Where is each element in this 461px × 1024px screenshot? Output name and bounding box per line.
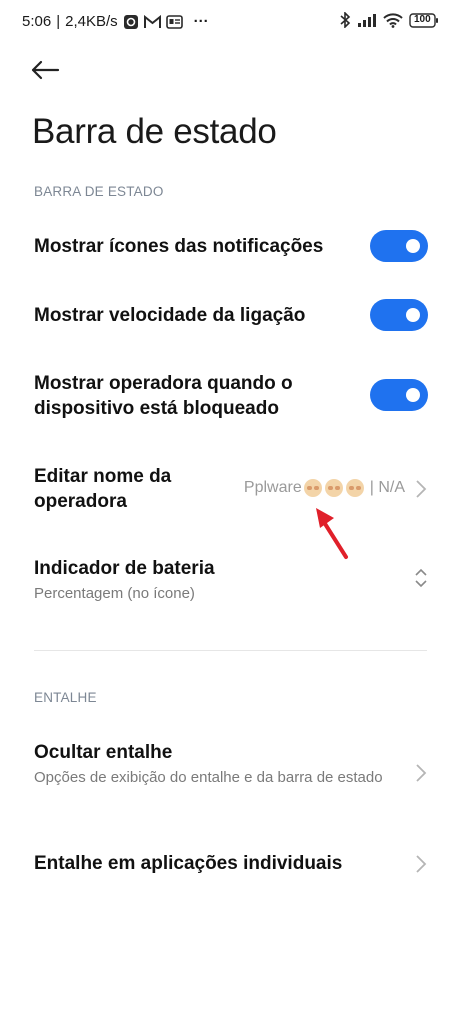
monkey-emoji-icon: [324, 479, 343, 497]
row-label: Mostrar operadora quando o dispositivo e…: [34, 373, 293, 419]
battery-icon: 100: [409, 12, 439, 28]
toggle-show-notification-icons[interactable]: [370, 230, 428, 262]
chevron-up-down-icon: [414, 567, 428, 589]
row-subtitle: Percentagem (no ícone): [34, 585, 195, 602]
toggle-knob: [406, 388, 420, 402]
section-header-notch: ENTALHE: [34, 690, 97, 705]
back-button[interactable]: [30, 54, 70, 86]
status-time: 5:06: [22, 13, 52, 30]
signal-icon: [357, 13, 377, 27]
row-subtitle: Opções de exibição do entalhe e da barra…: [34, 769, 383, 786]
section-header-status-bar: BARRA DE ESTADO: [34, 184, 164, 199]
status-net-speed: 2,4KB/s: [65, 13, 118, 30]
monkey-emoji-icon: [345, 479, 364, 497]
status-bar: 5:06 | 2,4KB/s ··· 100: [0, 0, 461, 46]
row-label: Mostrar ícones das notificações: [34, 236, 324, 257]
page-title: Barra de estado: [32, 112, 277, 151]
carrier-name-prefix: Pplware: [243, 479, 302, 496]
carrier-name-suffix: | N/A: [369, 479, 405, 496]
chevron-right-icon: [415, 854, 427, 874]
toggle-knob: [406, 308, 420, 322]
status-bar-left: 5:06 | 2,4KB/s ···: [22, 13, 209, 30]
row-label: Mostrar velocidade da ligação: [34, 305, 306, 326]
toggle-knob: [406, 239, 420, 253]
row-label: Ocultar entalhe: [34, 742, 173, 763]
status-bar-right: 100: [340, 12, 439, 28]
news-icon: [165, 14, 183, 29]
toggle-show-connection-speed[interactable]: [370, 299, 428, 331]
row-label: Entalhe em aplicações individuais: [34, 853, 343, 874]
chevron-right-icon: [415, 763, 427, 783]
gmail-icon: [143, 14, 161, 29]
toggle-show-carrier-locked[interactable]: [370, 379, 428, 411]
status-more: ···: [193, 13, 209, 30]
bluetooth-icon: [340, 12, 351, 28]
status-separator: |: [56, 13, 61, 30]
row-label: Indicador de bateria: [34, 558, 215, 579]
divider: [34, 650, 427, 651]
wifi-icon: [383, 12, 403, 28]
monkey-emoji-icon: [303, 479, 322, 497]
annotation-arrow-icon: [312, 505, 354, 561]
app-notification-icon: [123, 14, 139, 30]
row-label: Editar nome da operadora: [34, 466, 172, 512]
chevron-right-icon: [415, 479, 427, 499]
arrow-left-icon: [30, 60, 60, 80]
carrier-name-value: Pplware | N/A: [244, 479, 405, 497]
battery-level: 100: [414, 13, 431, 25]
